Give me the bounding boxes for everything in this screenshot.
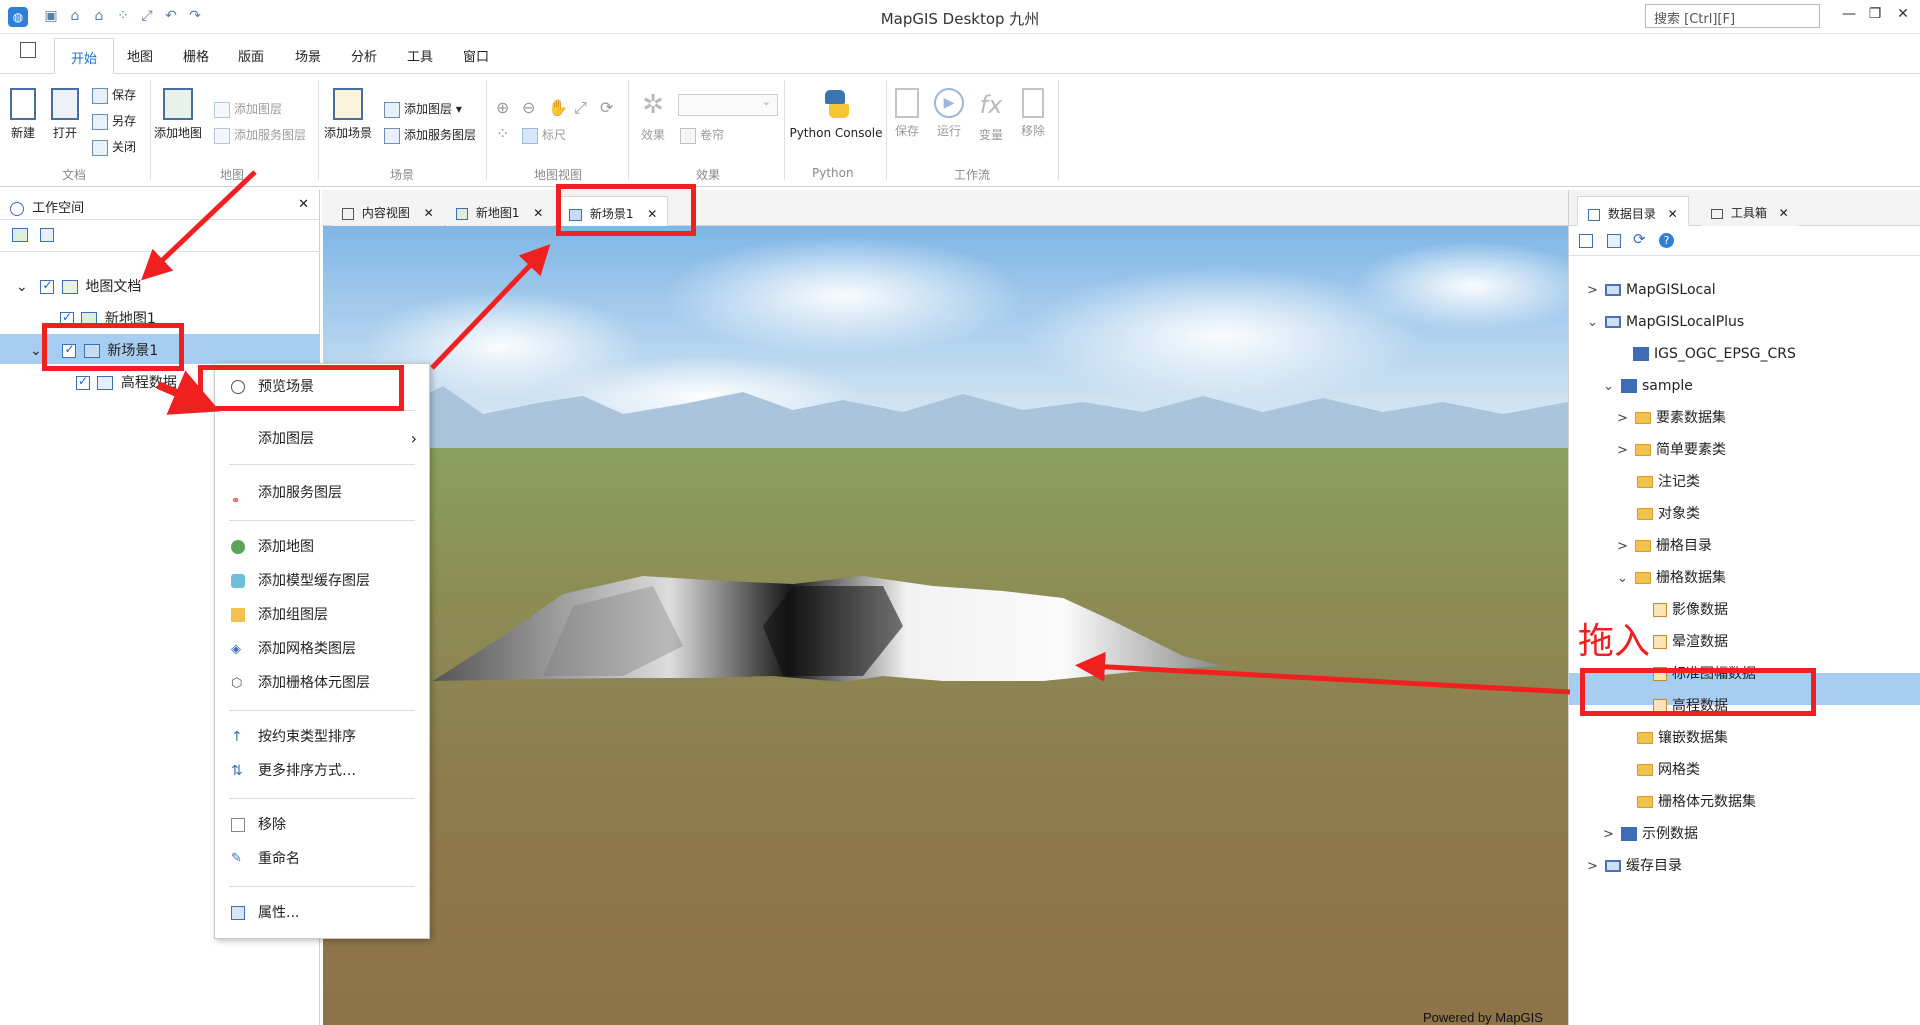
annotation-arrow xyxy=(141,170,257,281)
annotation-arrow xyxy=(430,244,551,370)
annotation-arrow xyxy=(156,370,221,415)
annotation-arrows xyxy=(141,170,1571,695)
annotation-arrow xyxy=(1075,651,1571,695)
